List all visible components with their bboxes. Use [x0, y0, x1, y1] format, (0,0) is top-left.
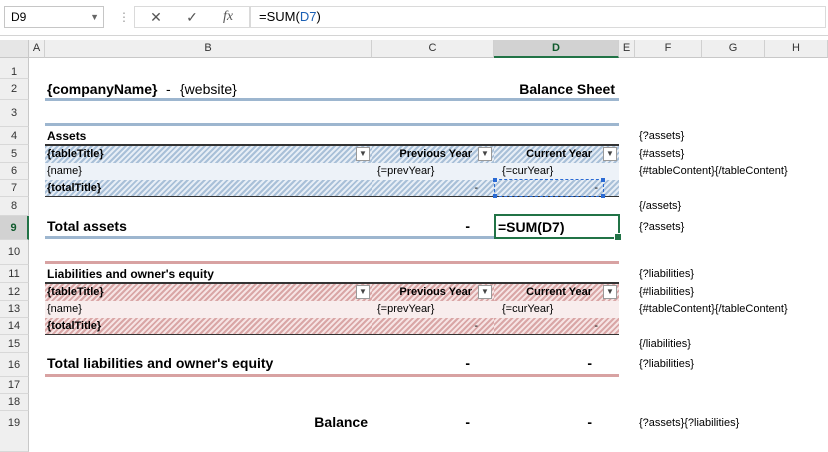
column-header-g[interactable]: G [702, 40, 765, 58]
tag-cell-f4[interactable]: {?assets} [639, 128, 824, 145]
liabilities-section-title[interactable]: Liabilities and owner's equity [47, 266, 347, 283]
formula-suffix: ) [316, 9, 321, 24]
total-liabilities-underline [45, 374, 619, 377]
liabilities-row-cur-year[interactable]: {=curYear} [502, 301, 612, 318]
tag-cell-f15[interactable]: {/liabilities} [639, 336, 824, 353]
tag-cell-f12[interactable]: {#liabilities} [639, 284, 824, 301]
column-header-c[interactable]: C [372, 40, 494, 58]
company-name-placeholder[interactable]: {companyName} [47, 80, 177, 99]
row-header-19[interactable]: 19 [0, 411, 29, 452]
row-header-3[interactable]: 3 [0, 100, 29, 127]
row-header-9[interactable]: 9 [0, 216, 29, 240]
name-box-value: D9 [11, 10, 27, 24]
worksheet-grid[interactable] [29, 58, 828, 452]
liabilities-bottom-rule [45, 334, 619, 335]
assets-top-rule [45, 123, 619, 126]
filter-dropdown-icon[interactable]: ▼ [356, 147, 370, 161]
row-header-16[interactable]: 16 [0, 353, 29, 377]
filter-dropdown-icon[interactable]: ▼ [356, 285, 370, 299]
column-header-h[interactable]: H [765, 40, 828, 58]
formula-reference: D7 [299, 9, 317, 24]
formula-buttons: ✕ ✓ fx [134, 6, 250, 28]
cancel-icon[interactable]: ✕ [141, 7, 171, 27]
filter-dropdown-icon[interactable]: ▼ [478, 147, 492, 161]
liabilities-row-name[interactable]: {name} [47, 301, 247, 318]
assets-total-title[interactable]: {totalTitle} [47, 180, 247, 197]
row-header-8[interactable]: 8 [0, 197, 29, 216]
assets-total-prev[interactable]: - [372, 180, 478, 197]
balance-cur[interactable]: - [494, 412, 592, 434]
tag-cell-f13[interactable]: {#tableContent}{/tableContent} [639, 301, 824, 318]
row-header-13[interactable]: 13 [0, 301, 29, 318]
total-assets-label[interactable]: Total assets [47, 216, 247, 238]
row-header-10[interactable]: 10 [0, 240, 29, 265]
column-header-a[interactable]: A [29, 40, 45, 58]
tag-cell-f19[interactable]: {?assets}{?liabilities} [639, 415, 824, 432]
formula-input[interactable]: =SUM(D7) [250, 6, 826, 28]
column-header-d[interactable]: D [494, 40, 619, 58]
liabilities-total-prev[interactable]: - [372, 318, 478, 335]
insert-function-icon[interactable]: fx [213, 7, 243, 27]
column-header-e[interactable]: E [619, 40, 635, 58]
assets-col-current-year[interactable]: Current Year [494, 146, 592, 163]
liabilities-total-cur[interactable]: - [494, 318, 598, 335]
total-liabilities-cur[interactable]: - [494, 353, 592, 375]
liabilities-row-prev-year[interactable]: {=prevYear} [377, 301, 487, 318]
row-header-7[interactable]: 7 [0, 180, 29, 197]
liabilities-col-previous-year[interactable]: Previous Year [372, 284, 472, 301]
active-cell-formula[interactable]: =SUM(D7) [498, 217, 616, 237]
row-header-6[interactable]: 6 [0, 163, 29, 180]
row-header-2[interactable]: 2 [0, 79, 29, 100]
row-header-4[interactable]: 4 [0, 127, 29, 145]
row-header-1[interactable]: 1 [0, 58, 29, 79]
tag-cell-f16[interactable]: {?liabilities} [639, 356, 824, 373]
assets-row-name[interactable]: {name} [47, 163, 247, 180]
row-header-17[interactable]: 17 [0, 377, 29, 394]
tag-cell-f11[interactable]: {?liabilities} [639, 266, 824, 283]
filter-dropdown-icon[interactable]: ▼ [478, 285, 492, 299]
website-placeholder[interactable]: {website} [180, 80, 260, 99]
tag-cell-f6[interactable]: {#tableContent}{/tableContent} [639, 163, 824, 180]
referenced-range-outline [493, 178, 605, 198]
liabilities-col-current-year[interactable]: Current Year [494, 284, 592, 301]
sheet-title[interactable]: Balance Sheet [494, 80, 615, 99]
tag-cell-f5[interactable]: {#assets} [639, 146, 824, 163]
assets-table-title[interactable]: {tableTitle} [47, 146, 247, 163]
row-header-15[interactable]: 15 [0, 335, 29, 353]
row-header-11[interactable]: 11 [0, 265, 29, 283]
column-header-f[interactable]: F [635, 40, 702, 58]
header-separator: - [166, 81, 171, 97]
header-underline [45, 98, 619, 101]
filter-dropdown-icon[interactable]: ▼ [603, 147, 617, 161]
total-liabilities-label[interactable]: Total liabilities and owner's equity [47, 353, 367, 375]
assets-row-prev-year[interactable]: {=prevYear} [377, 163, 487, 180]
fill-handle[interactable] [614, 233, 622, 241]
assets-section-title[interactable]: Assets [47, 128, 247, 145]
chevron-down-icon[interactable]: ▼ [90, 7, 99, 27]
formula-bar: D9 ▼ ⋮ ✕ ✓ fx =SUM(D7) [0, 0, 828, 36]
enter-icon[interactable]: ✓ [177, 7, 207, 27]
tag-cell-f8[interactable]: {/assets} [639, 198, 824, 215]
row-header-12[interactable]: 12 [0, 283, 29, 301]
tag-cell-f9[interactable]: {?assets} [639, 219, 824, 236]
liabilities-table-title[interactable]: {tableTitle} [47, 284, 247, 301]
assets-col-previous-year[interactable]: Previous Year [372, 146, 472, 163]
balance-label[interactable]: Balance [45, 412, 368, 434]
total-assets-prev[interactable]: - [372, 216, 470, 238]
column-header-b[interactable]: B [45, 40, 372, 58]
name-box[interactable]: D9 ▼ [4, 6, 104, 28]
liabilities-total-title[interactable]: {totalTitle} [47, 318, 247, 335]
total-liabilities-prev[interactable]: - [372, 353, 470, 375]
liabilities-top-rule [45, 261, 619, 264]
drag-handle-icon[interactable]: ⋮ [118, 8, 130, 26]
active-cell-d9[interactable]: =SUM(D7) [494, 214, 622, 241]
balance-prev[interactable]: - [372, 412, 470, 434]
row-header-5[interactable]: 5 [0, 145, 29, 163]
assets-row-cur-year[interactable]: {=curYear} [502, 163, 612, 180]
row-header-18[interactable]: 18 [0, 394, 29, 411]
formula-prefix: =SUM( [259, 9, 300, 24]
row-header-14[interactable]: 14 [0, 318, 29, 335]
select-all-corner[interactable] [0, 40, 29, 58]
filter-dropdown-icon[interactable]: ▼ [603, 285, 617, 299]
